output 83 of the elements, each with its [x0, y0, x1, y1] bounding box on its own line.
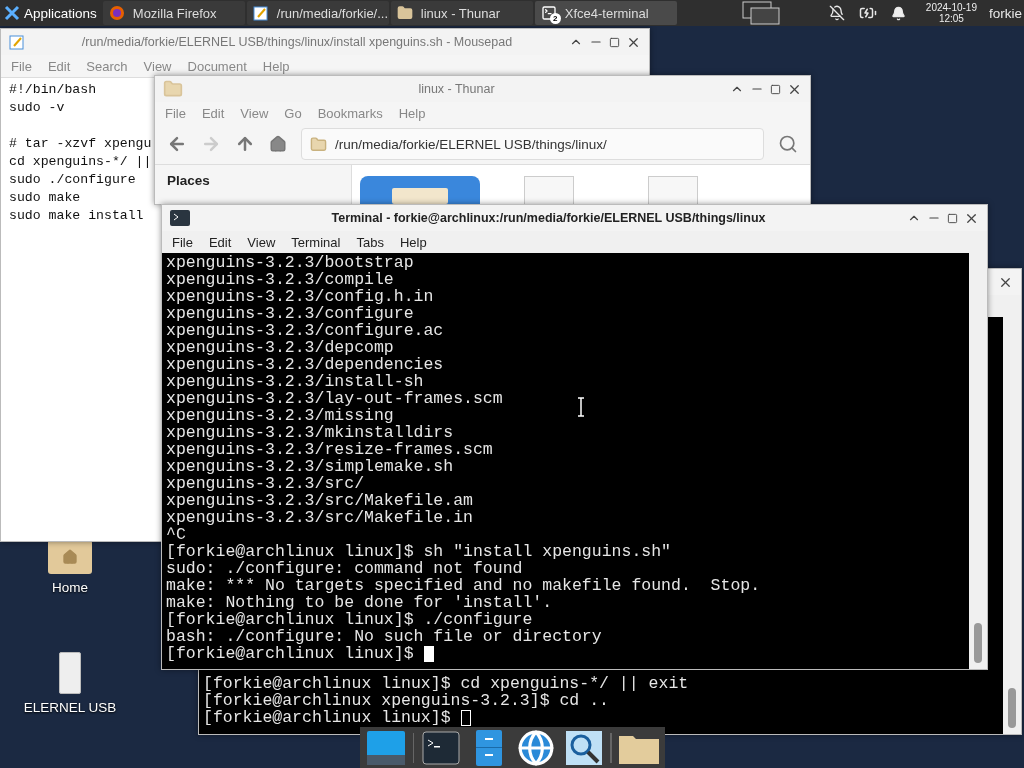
terminal-line: bash: ./configure: No such file or directory: [166, 628, 602, 645]
terminal-icon: [170, 210, 190, 226]
folder-icon: [392, 188, 448, 204]
terminal-line: xpenguins-3.2.3/lay-out-frames.scm: [166, 390, 503, 407]
terminal-line: make: Nothing to be done for 'install'.: [166, 594, 553, 611]
code-line: cd xpenguins-*/ ||: [9, 153, 152, 171]
menu-item[interactable]: Tabs: [350, 234, 390, 250]
clock[interactable]: 2024-10-19 12:05: [925, 2, 977, 24]
terminal-line: xpenguins-3.2.3/depcomp: [166, 339, 394, 356]
terminal-line: xpenguins-3.2.3/bootstrap: [166, 254, 414, 271]
notification-bell-icon[interactable]: [890, 5, 906, 21]
folder-icon: [396, 5, 413, 21]
terminal-cursor: [423, 645, 434, 662]
code-line: sudo make: [9, 189, 81, 207]
home-folder-icon[interactable]: [48, 540, 92, 574]
terminal-line: xpenguins-3.2.3/install-sh: [166, 373, 424, 390]
taskbar-button[interactable]: Mozilla Firefox: [102, 1, 245, 25]
terminal-line: make: *** No targets specified and no makefile found. Stop.: [166, 577, 761, 594]
home-icon[interactable]: [269, 135, 287, 153]
desktop-icon[interactable]: [366, 730, 405, 765]
terminal-icon[interactable]: [422, 730, 461, 765]
code-line: sudo make install: [9, 207, 144, 225]
terminal-line: [forkie@archlinux linux]$ sh "install xpenguins.sh": [166, 543, 671, 560]
search-icon[interactable]: [565, 730, 602, 765]
terminal-line: xpenguins-3.2.3/src/Makefile.in: [166, 509, 473, 526]
applications-menu[interactable]: Applications: [0, 0, 101, 26]
terminal-line: ^C: [166, 526, 186, 543]
selected-folder-tile[interactable]: [360, 176, 480, 204]
terminal-line: xpenguins-3.2.3/missing: [166, 407, 394, 424]
code-line: # tar -xzvf xpengu: [9, 135, 152, 153]
file-cabinet-icon[interactable]: [475, 729, 502, 766]
terminal-line: xpenguins-3.2.3/src/Makefile.am: [166, 492, 473, 509]
terminal-line: xpenguins-3.2.3/src/: [166, 475, 365, 492]
window-title: /run/media/forkie/ELERNEL USB/things/linux/install xpenguins.sh - Mousepad: [80, 35, 514, 49]
scrollbar[interactable]: [969, 253, 987, 669]
desktop-icon-label[interactable]: ELERNEL USB: [23, 700, 117, 715]
maximize-icon[interactable]: [770, 83, 781, 95]
globe-icon[interactable]: [517, 728, 556, 767]
terminal-line: [forkie@archlinux linux]$: [166, 645, 434, 662]
terminal-line: xpenguins-3.2.3/dependencies: [166, 356, 444, 373]
menu-item[interactable]: Terminal: [285, 234, 347, 250]
menu-item[interactable]: Edit: [202, 234, 238, 250]
terminal-line: xpenguins-3.2.3/simplemake.sh: [166, 458, 454, 475]
terminal-line: [forkie@archlinux linux]$: [203, 709, 471, 726]
workspace-switcher-icon[interactable]: [740, 1, 781, 25]
notepad-icon: [9, 34, 25, 50]
user-name[interactable]: forkie: [989, 5, 1024, 21]
menu-item[interactable]: View: [241, 234, 282, 250]
taskbar-button[interactable]: /run/media/forkie/...: [246, 1, 389, 25]
notepad-icon: [252, 5, 269, 21]
firefox-icon: [108, 5, 125, 21]
menu-item[interactable]: File: [166, 234, 199, 250]
terminal-line: [forkie@archlinux xpenguins-3.2.3]$ cd ..: [203, 692, 609, 709]
folder-icon: [310, 135, 327, 153]
terminal-line: xpenguins-3.2.3/configure.ac: [166, 322, 444, 339]
search-icon[interactable]: [778, 134, 798, 154]
taskbar-button[interactable]: linux - Thunar: [390, 1, 533, 25]
terminal-line: sudo: ./configure: command not found: [166, 560, 523, 577]
window-count-badge: 2: [549, 13, 561, 24]
folder-icon: [163, 79, 183, 99]
code-line: #!/bin/bash: [9, 81, 97, 99]
taskbar-button[interactable]: 2 Xfce4-terminal: [534, 1, 677, 25]
maximize-icon[interactable]: [947, 212, 958, 224]
terminal-line: xpenguins-3.2.3/compile: [166, 271, 394, 288]
window-title: Terminal - forkie@archlinux:/run/media/forkie/ELERNEL USB/things/linux: [330, 211, 767, 225]
terminal-line: xpenguins-3.2.3/mkinstalldirs: [166, 424, 454, 441]
text-cursor-icon: [576, 397, 586, 417]
menu-item[interactable]: Help: [393, 234, 433, 250]
terminal-cursor: [460, 709, 471, 726]
terminal-line: xpenguins-3.2.3/resize-frames.scm: [166, 441, 493, 458]
sidebar-heading: Places: [167, 173, 210, 188]
code-line: sudo -v: [9, 99, 65, 117]
terminal-line: [forkie@archlinux linux]$ ./configure: [166, 611, 533, 628]
scrollbar[interactable]: [1003, 317, 1021, 734]
window-title: linux - Thunar: [417, 82, 496, 96]
location-field[interactable]: /run/media/forkie/ELERNEL USB/things/linux/: [301, 128, 764, 160]
terminal-line: xpenguins-3.2.3/config.h.in: [166, 288, 434, 305]
terminal-line: xpenguins-3.2.3/configure: [166, 305, 414, 322]
code-line: sudo ./configure: [9, 171, 136, 189]
terminal-line: [forkie@archlinux linux]$ cd xpenguins-*/ || exit: [203, 675, 689, 692]
maximize-icon[interactable]: [609, 36, 620, 48]
xfce-logo-icon: [4, 5, 20, 21]
desktop-icon-label[interactable]: Home: [52, 580, 88, 595]
